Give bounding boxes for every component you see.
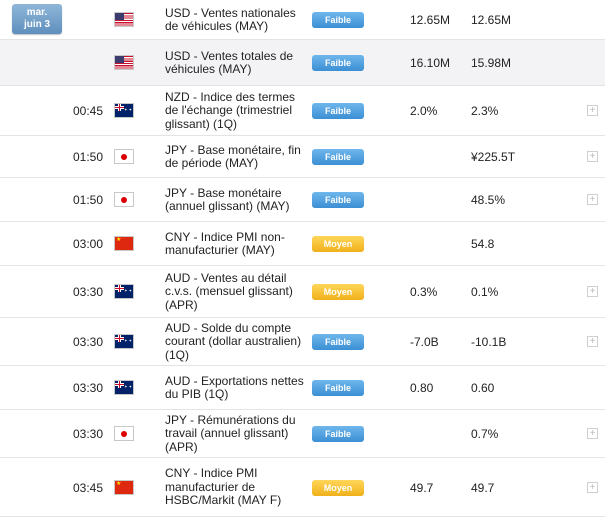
event-time: 03:30: [72, 427, 103, 441]
forecast-value: 48.5%: [471, 193, 506, 207]
importance-badge: Moyen: [312, 284, 364, 300]
event-row[interactable]: 03:00 CNY - Indice PMI non-manufacturier …: [0, 222, 605, 266]
importance-badge: Faible: [312, 426, 364, 442]
event-time: 01:50: [72, 150, 103, 164]
event-list: USD - Ventes nationales de véhicules (MA…: [0, 0, 605, 517]
importance-badge: Faible: [312, 192, 364, 208]
event-time: 03:30: [72, 335, 103, 349]
actual-value: 12.65M: [410, 13, 451, 27]
date-badge: mar. juin 3: [12, 4, 62, 34]
event-time: 03:00: [72, 237, 103, 251]
forecast-value: ¥225.5T: [471, 150, 516, 164]
event-row[interactable]: 03:45 CNY - Indice PMI manufacturier de H…: [0, 458, 605, 517]
event-name: USD - Ventes nationales de véhicules (MA…: [165, 5, 296, 33]
event-name: USD - Ventes totales de véhicules (MAY): [165, 48, 294, 76]
forecast-value: 0.7%: [471, 427, 499, 441]
importance-badge: Faible: [312, 12, 364, 28]
event-row[interactable]: 00:45 NZD - Indice des termes de l'échang…: [0, 86, 605, 136]
forecast-value: 0.60: [471, 381, 495, 395]
actual-value: 16.10M: [410, 56, 451, 70]
us-flag-icon: [114, 12, 134, 27]
expand-icon[interactable]: +: [587, 481, 598, 493]
event-row[interactable]: 01:50 JPY - Base monétaire, fin de périod…: [0, 136, 605, 178]
event-name: JPY - Base monétaire (annuel glissant) (…: [165, 185, 290, 213]
event-name: AUD - Exportations nettes du PIB (1Q): [165, 373, 304, 401]
au-flag-icon: [114, 284, 134, 299]
expand-icon[interactable]: +: [587, 336, 598, 347]
event-row[interactable]: 01:50 JPY - Base monétaire (annuel glissa…: [0, 178, 605, 222]
event-name: CNY - Indice PMI non-manufacturier (MAY): [165, 229, 285, 257]
expand-icon[interactable]: +: [587, 428, 598, 439]
cn-flag-icon: [114, 479, 134, 495]
forecast-value: 2.3%: [471, 104, 499, 118]
forecast-value: 49.7: [471, 480, 495, 495]
au-flag-icon: [114, 103, 134, 118]
importance-badge: Moyen: [312, 236, 364, 252]
au-flag-icon: [114, 380, 134, 395]
event-time: 03:30: [72, 285, 103, 299]
jp-flag-icon: [114, 149, 134, 164]
event-row[interactable]: 03:30 AUD - Ventes au détail c.v.s. (mens…: [0, 266, 605, 318]
us-flag-icon: [114, 55, 134, 70]
event-row[interactable]: 03:30 AUD - Solde du compte courant (doll…: [0, 318, 605, 366]
economic-calendar: mar. juin 3 USD - Ventes nationales de v…: [0, 0, 605, 517]
importance-badge: Faible: [312, 55, 364, 71]
expand-icon[interactable]: +: [587, 286, 598, 297]
event-name: AUD - Ventes au détail c.v.s. (mensuel g…: [165, 270, 293, 312]
date-day: mar.: [26, 7, 48, 18]
cn-flag-icon: [114, 236, 134, 251]
forecast-value: 0.1%: [471, 285, 499, 299]
expand-icon[interactable]: +: [587, 105, 598, 116]
expand-icon[interactable]: +: [587, 151, 598, 162]
event-time: 03:30: [72, 381, 103, 395]
event-name: AUD - Solde du compte courant (dollar au…: [165, 320, 302, 362]
event-row[interactable]: USD - Ventes totales de véhicules (MAY) F…: [0, 40, 605, 86]
event-name: CNY - Indice PMI manufacturier de HSBC/M…: [165, 466, 282, 508]
event-name: JPY - Base monétaire, fin de période (MA…: [165, 142, 301, 170]
actual-value: 2.0%: [410, 104, 438, 118]
event-time: 03:45: [72, 480, 103, 495]
event-name: JPY - Rémunérations du travail (annuel g…: [165, 412, 296, 454]
jp-flag-icon: [114, 426, 134, 441]
importance-badge: Moyen: [312, 479, 364, 496]
importance-badge: Faible: [312, 380, 364, 396]
forecast-value: -10.1B: [471, 335, 507, 349]
actual-value: 0.80: [410, 381, 434, 395]
actual-value: 0.3%: [410, 285, 438, 299]
event-row[interactable]: USD - Ventes nationales de véhicules (MA…: [0, 0, 605, 40]
importance-badge: Faible: [312, 149, 364, 165]
jp-flag-icon: [114, 192, 134, 207]
event-row[interactable]: 03:30 JPY - Rémunérations du travail (ann…: [0, 410, 605, 458]
event-name: NZD - Indice des termes de l'échange (tr…: [165, 89, 296, 131]
au-flag-icon: [114, 334, 134, 349]
expand-icon[interactable]: +: [587, 194, 598, 205]
actual-value: 49.7: [410, 480, 434, 495]
forecast-value: 15.98M: [471, 56, 512, 70]
forecast-value: 54.8: [471, 237, 495, 251]
event-row[interactable]: 03:30 AUD - Exportations nettes du PIB (1…: [0, 366, 605, 410]
importance-badge: Faible: [312, 103, 364, 119]
date-month-day: juin 3: [23, 19, 51, 30]
actual-value: -7.0B: [410, 335, 439, 349]
event-time: 01:50: [72, 193, 103, 207]
event-time: 00:45: [72, 104, 103, 118]
forecast-value: 12.65M: [471, 13, 512, 27]
importance-badge: Faible: [312, 334, 364, 350]
